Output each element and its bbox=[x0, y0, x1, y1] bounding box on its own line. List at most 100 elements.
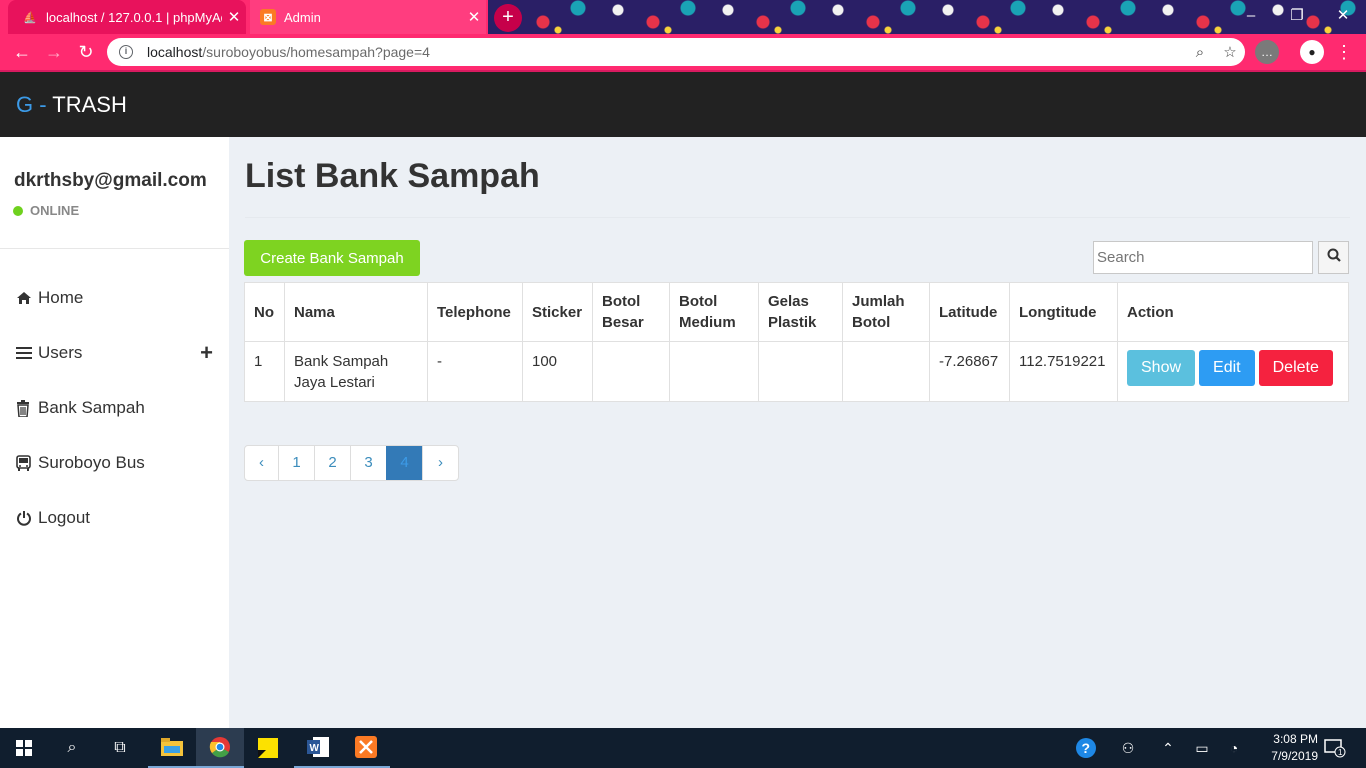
edit-button[interactable]: Edit bbox=[1199, 350, 1255, 386]
cell-sticker: 100 bbox=[522, 341, 593, 402]
power-icon bbox=[16, 510, 38, 526]
column-header: Sticker bbox=[522, 282, 593, 342]
cell-telephone: - bbox=[427, 341, 523, 402]
clock-time: 3:08 PM bbox=[1273, 732, 1318, 746]
browser-toolbar: ← → ↻ i localhost/suroboyobus/homesampah… bbox=[0, 34, 1366, 70]
main-content: List Bank Sampah Create Bank Sampah No N… bbox=[229, 137, 1366, 728]
cell-no: 1 bbox=[244, 341, 285, 402]
cell-jumlah-botol bbox=[842, 341, 930, 402]
cell-botol-besar bbox=[592, 341, 670, 402]
restore-icon[interactable]: ❐ bbox=[1274, 0, 1320, 34]
browser-tab-strip: ⛵ localhost / 127.0.0.1 | phpMyAdm ✕ ⊠ A… bbox=[0, 0, 1366, 34]
expand-plus-icon[interactable]: + bbox=[200, 340, 213, 366]
bookmark-star-icon[interactable]: ☆ bbox=[1215, 43, 1245, 61]
extension-chat-icon[interactable]: … bbox=[1255, 40, 1279, 64]
cell-latitude: -7.26867 bbox=[929, 341, 1010, 402]
notifications-icon[interactable]: 1 bbox=[1320, 728, 1350, 768]
brand-name: TRASH bbox=[52, 91, 127, 117]
sidebar-item-label: Users bbox=[38, 343, 83, 362]
page-title: List Bank Sampah bbox=[245, 157, 540, 195]
word-icon[interactable]: W bbox=[294, 728, 342, 768]
window-close-icon[interactable]: ✕ bbox=[1320, 0, 1366, 34]
browser-tab-admin[interactable]: ⊠ Admin ✕ bbox=[250, 0, 486, 34]
reload-icon[interactable]: ↻ bbox=[72, 38, 100, 66]
app-header: G - TRASH bbox=[0, 72, 1366, 137]
search-icon[interactable]: ⌕ bbox=[48, 728, 96, 768]
column-header: Gelas Plastik bbox=[758, 282, 843, 342]
browser-tab-phpmyadmin[interactable]: ⛵ localhost / 127.0.0.1 | phpMyAdm ✕ bbox=[8, 0, 246, 34]
url-text[interactable]: localhost/suroboyobus/homesampah?page=4 bbox=[147, 44, 1185, 60]
page-4-current[interactable]: 4 bbox=[386, 446, 422, 480]
page-3[interactable]: 3 bbox=[350, 446, 386, 480]
sidebar-item-home[interactable]: Home bbox=[0, 278, 229, 318]
address-bar[interactable]: i localhost/suroboyobus/homesampah?page=… bbox=[107, 38, 1245, 66]
search-icon bbox=[1327, 248, 1341, 267]
cell-nama: Bank Sampah Jaya Lestari bbox=[284, 341, 428, 402]
file-explorer-icon[interactable] bbox=[148, 728, 196, 768]
battery-icon[interactable]: ▭ bbox=[1190, 728, 1214, 768]
profile-avatar-icon[interactable]: ● bbox=[1300, 40, 1324, 64]
column-header: Latitude bbox=[929, 282, 1010, 342]
sidebar-item-label: Home bbox=[38, 288, 84, 307]
xampp-taskbar-icon[interactable] bbox=[342, 728, 390, 768]
page-1[interactable]: 1 bbox=[278, 446, 314, 480]
tab-title: localhost / 127.0.0.1 | phpMyAdm bbox=[46, 9, 222, 25]
sticky-notes-icon[interactable] bbox=[244, 728, 292, 768]
forward-icon[interactable]: → bbox=[40, 38, 68, 66]
svg-text:?: ? bbox=[1082, 740, 1091, 756]
zoom-icon[interactable]: ⌕ bbox=[1185, 44, 1215, 61]
cell-botol-medium bbox=[669, 341, 759, 402]
clock[interactable]: 3:08 PM 7/9/2019 bbox=[1271, 731, 1318, 765]
column-header: Longtitude bbox=[1009, 282, 1118, 342]
sidebar-item-logout[interactable]: Logout bbox=[0, 498, 229, 538]
people-icon[interactable]: ⚇ bbox=[1114, 728, 1142, 768]
sidebar-item-suroboyo-bus[interactable]: Suroboyo Bus bbox=[0, 443, 229, 483]
user-email: dkrthsby@gmail.com bbox=[14, 170, 207, 191]
delete-button[interactable]: Delete bbox=[1258, 350, 1333, 386]
url-path: /suroboyobus/homesampah?page=4 bbox=[202, 44, 430, 60]
clock-date: 7/9/2019 bbox=[1271, 749, 1318, 763]
close-icon[interactable]: ✕ bbox=[462, 8, 486, 26]
title-divider bbox=[245, 217, 1350, 218]
brand-prefix: G - bbox=[16, 91, 53, 117]
online-dot-icon bbox=[13, 205, 23, 216]
chevron-up-icon[interactable]: ⌃ bbox=[1156, 728, 1180, 768]
search-button[interactable] bbox=[1318, 241, 1349, 274]
sidebar-item-users[interactable]: Users + bbox=[0, 333, 229, 373]
minimize-icon[interactable]: – bbox=[1228, 0, 1274, 34]
sidebar-item-label: Suroboyo Bus bbox=[38, 453, 145, 472]
column-header: No bbox=[244, 282, 285, 342]
column-header: Nama bbox=[284, 282, 428, 342]
search-input[interactable] bbox=[1093, 241, 1313, 274]
create-bank-sampah-button[interactable]: Create Bank Sampah bbox=[244, 240, 420, 276]
start-windows-icon[interactable] bbox=[0, 728, 48, 768]
task-view-icon[interactable]: ⧉ bbox=[96, 728, 144, 768]
sidebar-divider bbox=[0, 248, 229, 249]
sidebar-item-bank-sampah[interactable]: Bank Sampah bbox=[0, 388, 229, 428]
column-header: Jumlah Botol bbox=[842, 282, 930, 342]
brand-logo[interactable]: G - TRASH bbox=[16, 92, 127, 118]
url-host: localhost bbox=[147, 44, 203, 60]
new-tab-button[interactable]: + bbox=[494, 4, 522, 32]
trash-icon bbox=[16, 399, 38, 417]
back-icon[interactable]: ← bbox=[8, 38, 36, 66]
home-icon bbox=[16, 291, 38, 305]
column-header: Botol Medium bbox=[669, 282, 759, 342]
chrome-icon[interactable] bbox=[196, 728, 244, 768]
close-icon[interactable]: ✕ bbox=[222, 8, 246, 26]
sidebar: dkrthsby@gmail.com ONLINE Home Users + B… bbox=[0, 137, 229, 728]
status-badge: ONLINE bbox=[13, 203, 79, 218]
menu-dots-icon[interactable]: ⋮ bbox=[1330, 38, 1358, 66]
show-button[interactable]: Show bbox=[1127, 350, 1196, 386]
page-prev[interactable]: ‹ bbox=[245, 446, 278, 480]
bus-icon bbox=[16, 455, 38, 471]
tab-title: Admin bbox=[284, 9, 321, 25]
table-header-row: No Nama Telephone Sticker Botol Besar Bo… bbox=[244, 282, 1349, 342]
page-2[interactable]: 2 bbox=[314, 446, 350, 480]
info-icon[interactable]: i bbox=[119, 45, 133, 59]
wifi-icon[interactable]: ◔ bbox=[1222, 728, 1246, 768]
status-label: ONLINE bbox=[30, 203, 80, 218]
column-header: Botol Besar bbox=[592, 282, 670, 342]
page-next[interactable]: › bbox=[422, 446, 458, 480]
help-icon[interactable]: ? bbox=[1072, 728, 1100, 768]
